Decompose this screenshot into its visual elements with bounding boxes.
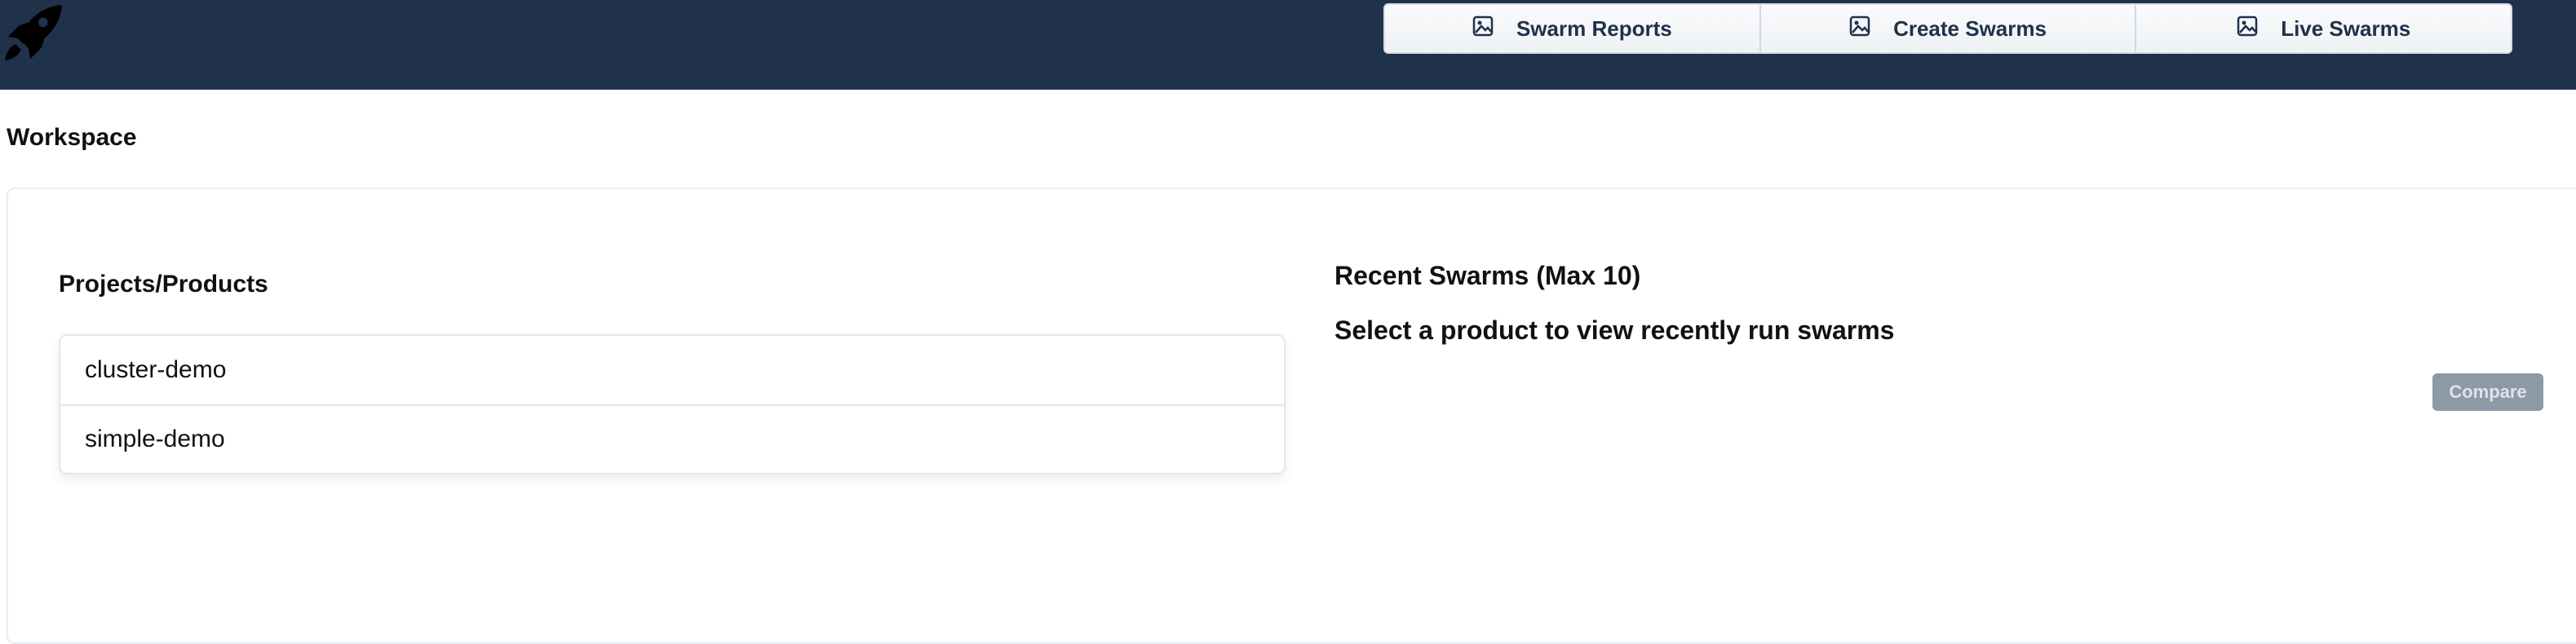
nav-label: Live Swarms	[2281, 15, 2411, 41]
recent-swarms-hint: Select a product to view recently run sw…	[1334, 315, 1895, 345]
recent-swarms-heading: Recent Swarms (Max 10)	[1334, 261, 1641, 290]
workspace-panel: Projects/Products cluster-demo simple-de…	[7, 187, 2576, 644]
main-nav: Swarm Reports Create Swarms Live Swarms	[1383, 3, 2512, 54]
nav-label: Create Swarms	[1893, 15, 2047, 41]
projects-heading: Projects/Products	[59, 271, 268, 298]
compare-button[interactable]: Compare	[2432, 373, 2543, 411]
top-navbar: Swarm Reports Create Swarms Live Swarms	[0, 0, 2576, 90]
projects-list: cluster-demo simple-demo	[59, 334, 1286, 474]
list-item[interactable]: simple-demo	[60, 404, 1284, 473]
rocket-icon[interactable]	[2, 2, 65, 65]
nav-swarm-reports-button[interactable]: Swarm Reports	[1385, 5, 1759, 52]
image-icon	[1472, 15, 1494, 42]
nav-live-swarms-button[interactable]: Live Swarms	[2135, 5, 2511, 52]
page-title: Workspace	[7, 124, 137, 151]
nav-create-swarms-button[interactable]: Create Swarms	[1759, 5, 2136, 52]
nav-label: Swarm Reports	[1516, 15, 1672, 41]
image-icon	[1849, 15, 1870, 42]
image-icon	[2237, 15, 2258, 42]
list-item[interactable]: cluster-demo	[60, 336, 1284, 404]
recent-swarms-section: Recent Swarms (Max 10) Select a product …	[1334, 261, 2543, 424]
projects-section: Projects/Products cluster-demo simple-de…	[59, 271, 1286, 474]
